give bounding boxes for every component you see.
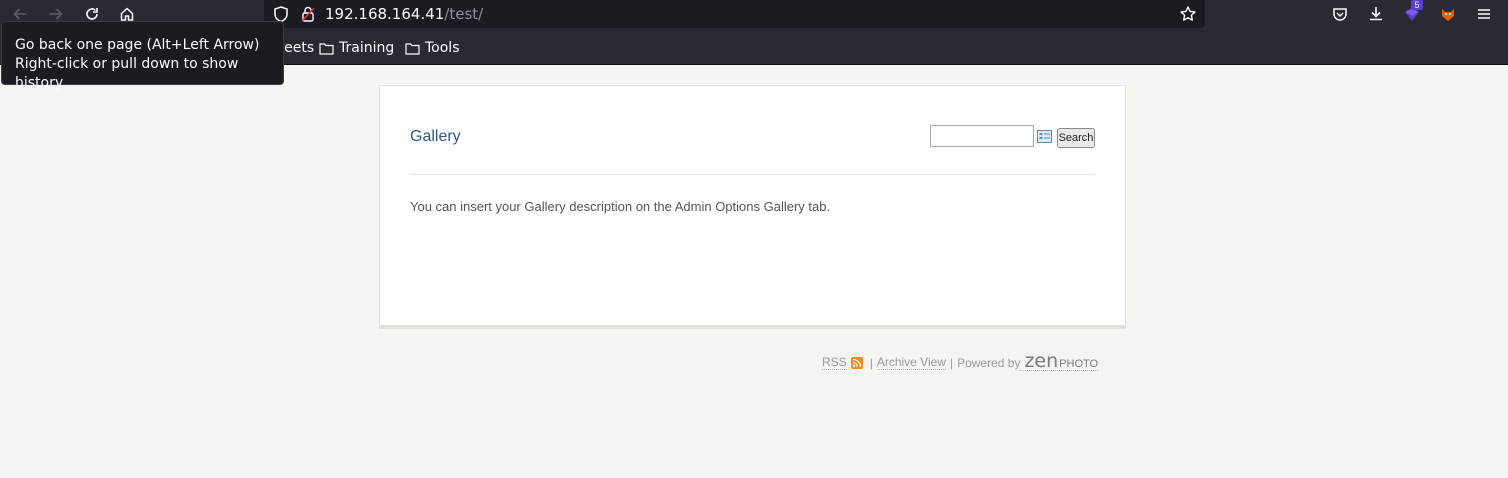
bookmark-label: Tools [425,40,460,56]
logo-photo-text: PHOTO [1059,358,1099,370]
downloads-icon[interactable] [1367,5,1385,23]
back-button-tooltip: Go back one page (Alt+Left Arrow) Right-… [1,21,284,91]
gallery-description: You can insert your Gallery description … [410,199,831,214]
page-footer: RSS | Archive View | Powered by zen PHOTO [822,350,1099,372]
home-icon [120,7,134,21]
logo-zen-text: zen [1024,350,1059,372]
bookmark-folder-tools[interactable]: Tools [405,40,460,56]
rss-icon[interactable] [850,356,863,369]
address-bar[interactable]: 192.168.164.41/test/ [264,0,1205,28]
pocket-icon[interactable] [1331,5,1349,23]
url-host: 192.168.164.41 [325,5,445,23]
gallery-title-link[interactable]: Gallery [410,128,461,146]
bookmark-label: Training [339,40,395,56]
url-path: /test/ [444,5,484,23]
tooltip-line-2: Right-click or pull down to show history [15,56,239,91]
search-input[interactable] [930,125,1034,147]
menu-icon[interactable] [1475,5,1493,23]
gallery-container: Gallery Search You can insert your Galle… [379,85,1126,329]
archive-view-link[interactable]: Archive View [876,355,946,370]
search-options-icon[interactable] [1037,130,1052,143]
powered-by-text: Powered by [957,355,1021,370]
url-text[interactable]: 192.168.164.41/test/ [325,5,483,23]
forward-arrow-icon [49,8,63,20]
rss-link[interactable]: RSS [822,355,847,370]
folder-icon [405,42,420,55]
reload-icon [86,8,98,20]
foxyproxy-icon[interactable] [1439,5,1457,23]
divider [410,174,1095,175]
bookmark-star-icon[interactable] [1179,5,1197,23]
footer-separator: | [949,355,954,370]
extension-badge: 5 [1411,0,1423,10]
tooltip-line-1: Go back one page (Alt+Left Arrow) [15,37,260,53]
footer-separator: | [869,355,873,370]
zenphoto-logo-link[interactable]: zen PHOTO [1020,350,1099,372]
search-button[interactable]: Search [1057,128,1095,148]
insecure-lock-icon[interactable] [299,5,317,23]
bookmark-folder-training[interactable]: Training [319,40,394,56]
folder-icon [319,42,334,55]
back-arrow-icon [13,8,27,20]
